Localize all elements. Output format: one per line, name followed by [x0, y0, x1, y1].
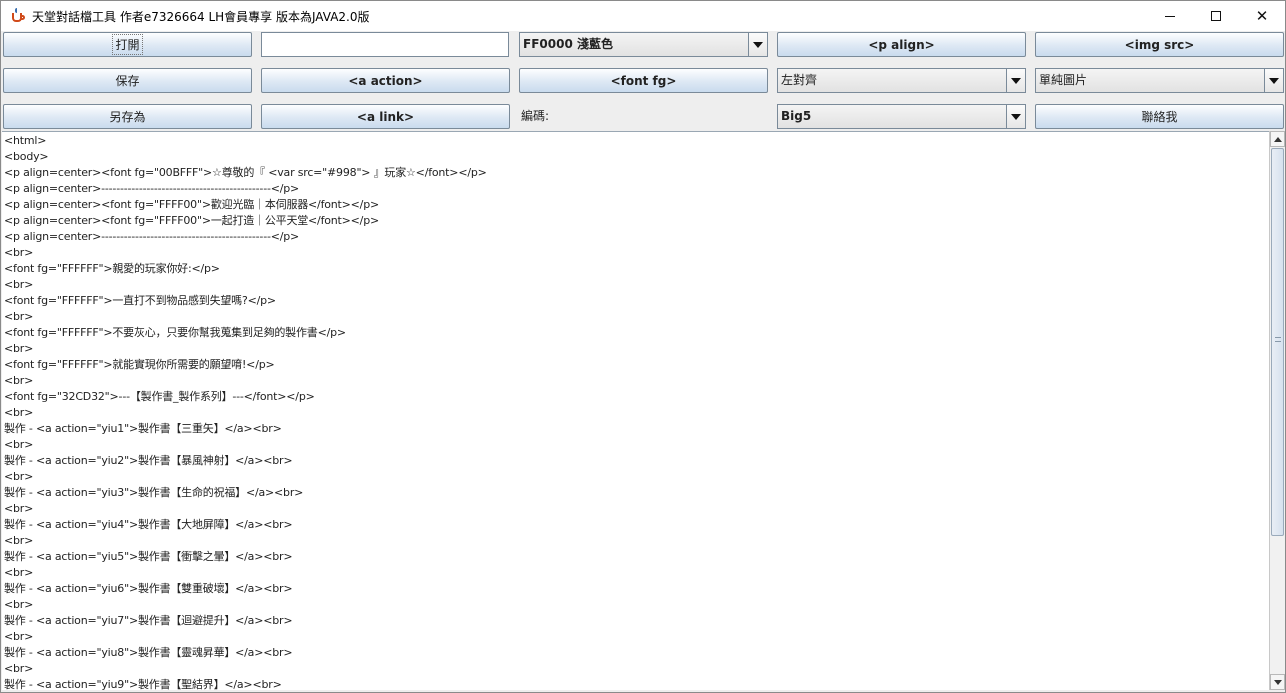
save-as-button[interactable]: 另存為 [3, 104, 252, 129]
editor-line[interactable]: <br> [4, 629, 487, 645]
contact-button[interactable]: 聯絡我 [1035, 104, 1284, 129]
editor-line[interactable]: <br> [4, 341, 487, 357]
p-align-button-label: <p align> [868, 37, 935, 52]
editor-line[interactable]: <br> [4, 533, 487, 549]
save-as-button-label: 另存為 [109, 110, 146, 124]
img-src-button[interactable]: <img src> [1035, 32, 1284, 57]
editor-line[interactable]: <font fg="FFFFFF">親愛的玩家你好:</p> [4, 261, 487, 277]
editor-line[interactable]: <br> [4, 309, 487, 325]
scroll-down-icon[interactable] [1270, 674, 1285, 690]
window-controls: ✕ [1147, 1, 1285, 31]
img-src-button-label: <img src> [1124, 37, 1195, 52]
editor-line[interactable]: 製作 - <a action="yiu4">製作書【大地屏障】</a><br> [4, 517, 487, 533]
editor-line[interactable]: 製作 - <a action="yiu5">製作書【衝擊之暈】</a><br> [4, 549, 487, 565]
editor-line[interactable]: <br> [4, 245, 487, 261]
html-editor[interactable]: <html> <body> <p align=center><font fg="00… [2, 131, 1269, 690]
editor-line[interactable]: <br> [4, 373, 487, 389]
editor-line[interactable]: 製作 - <a action="yiu3">製作書【生命的祝福】</a><br> [4, 485, 487, 501]
align-select[interactable]: 左對齊 [777, 68, 1026, 93]
maximize-button[interactable] [1193, 1, 1239, 31]
editor-line[interactable]: 製作 - <a action="yiu7">製作書【迴避提升】</a><br> [4, 613, 487, 629]
chevron-down-icon[interactable] [1006, 69, 1025, 92]
editor-line[interactable]: <body> [4, 149, 487, 165]
image-type-select-value: 單純圖片 [1039, 73, 1088, 87]
minimize-button[interactable] [1147, 1, 1193, 31]
editor-line[interactable]: <br> [4, 501, 487, 517]
minimize-icon [1165, 15, 1175, 17]
chevron-down-icon[interactable] [1006, 105, 1025, 128]
font-fg-button-label: <font fg> [610, 73, 677, 88]
editor-line[interactable]: <p align=center>------------------------… [4, 229, 487, 245]
encoding-label: 編碼: [521, 109, 550, 123]
close-icon: ✕ [1255, 7, 1269, 25]
editor-lines[interactable]: <html> <body> <p align=center><font fg="00… [4, 133, 487, 690]
chevron-down-icon[interactable] [748, 33, 767, 56]
editor-line[interactable]: <br> [4, 565, 487, 581]
a-link-button-label: <a link> [356, 109, 415, 124]
window-title: 天堂對話檔工具 作者e7326664 LH會員專享 版本為JAVA2.0版 [32, 9, 370, 24]
editor-line[interactable]: <p align=center><font fg="FFFF00">歡迎光臨｜本… [4, 197, 487, 213]
font-fg-button[interactable]: <font fg> [519, 68, 768, 93]
tag-text-input[interactable] [261, 32, 509, 57]
editor-line[interactable]: <br> [4, 437, 487, 453]
maximize-icon [1211, 11, 1221, 21]
editor-line[interactable]: 製作 - <a action="yiu6">製作書【雙重破壞】</a><br> [4, 581, 487, 597]
editor-line[interactable]: 製作 - <a action="yiu8">製作書【靈魂昇華】</a><br> [4, 645, 487, 661]
editor-line[interactable]: <font fg="32CD32">---【製作書_製作系列】---</font… [4, 389, 487, 405]
p-align-button[interactable]: <p align> [777, 32, 1026, 57]
editor-line[interactable]: <br> [4, 405, 487, 421]
editor-line[interactable]: 製作 - <a action="yiu1">製作書【三重矢】</a><br> [4, 421, 487, 437]
save-button-label: 保存 [115, 74, 140, 88]
editor-line[interactable]: 製作 - <a action="yiu2">製作書【暴風神射】</a><br> [4, 453, 487, 469]
contact-button-label: 聯絡我 [1141, 110, 1178, 124]
align-select-value: 左對齊 [781, 73, 818, 87]
scroll-up-icon[interactable] [1270, 131, 1285, 147]
java-cup-icon [10, 8, 26, 24]
color-select[interactable]: FF0000 淺藍色 [519, 32, 768, 57]
editor-line[interactable]: <br> [4, 661, 487, 677]
open-button[interactable]: 打開 [3, 32, 252, 57]
editor-line[interactable]: <html> [4, 133, 487, 149]
image-type-select[interactable]: 單純圖片 [1035, 68, 1284, 93]
editor-line[interactable]: <br> [4, 277, 487, 293]
save-button[interactable]: 保存 [3, 68, 252, 93]
title-bar[interactable]: 天堂對話檔工具 作者e7326664 LH會員專享 版本為JAVA2.0版 ✕ [1, 1, 1285, 31]
color-select-value: FF0000 淺藍色 [523, 37, 613, 51]
encoding-select-value: Big5 [781, 109, 812, 123]
open-button-label: 打開 [112, 34, 143, 55]
a-action-button-label: <a action> [348, 73, 423, 88]
editor-line[interactable]: <font fg="FFFFFF">一直打不到物品感到失望嗎?</p> [4, 293, 487, 309]
editor-line[interactable]: <p align=center>------------------------… [4, 181, 487, 197]
encoding-select[interactable]: Big5 [777, 104, 1026, 129]
editor-line[interactable]: <p align=center><font fg="00BFFF">☆尊敬的『 … [4, 165, 487, 181]
a-link-button[interactable]: <a link> [261, 104, 510, 129]
editor-line[interactable]: <font fg="FFFFFF">就能實現你所需要的願望唷!</p> [4, 357, 487, 373]
editor-line[interactable]: <br> [4, 469, 487, 485]
editor-line[interactable]: <font fg="FFFFFF">不要灰心，只要你幫我蒐集到足夠的製作書</p… [4, 325, 487, 341]
chevron-down-icon[interactable] [1264, 69, 1283, 92]
editor-line[interactable]: 製作 - <a action="yiu9">製作書【聖結界】</a><br> [4, 677, 487, 690]
close-button[interactable]: ✕ [1239, 1, 1285, 31]
vertical-scrollbar[interactable] [1269, 131, 1285, 690]
a-action-button[interactable]: <a action> [261, 68, 510, 93]
app-window: 天堂對話檔工具 作者e7326664 LH會員專享 版本為JAVA2.0版 ✕ … [0, 0, 1286, 693]
scrollbar-thumb[interactable] [1271, 148, 1284, 536]
editor-line[interactable]: <p align=center><font fg="FFFF00">一起打造｜公… [4, 213, 487, 229]
editor-line[interactable]: <br> [4, 597, 487, 613]
